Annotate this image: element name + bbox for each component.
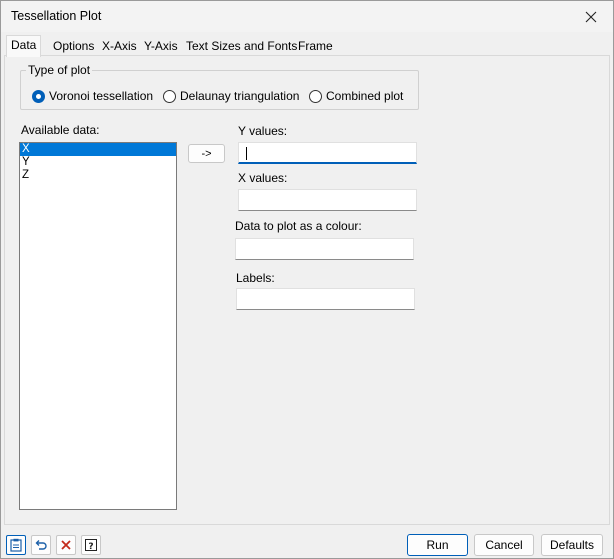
x-values-label: X values: [238, 171, 288, 185]
radio-unchecked-icon [309, 89, 322, 103]
clear-button[interactable] [56, 535, 76, 555]
svg-text:?: ? [88, 542, 93, 552]
transfer-button[interactable]: -> [188, 144, 225, 163]
labels-field[interactable] [236, 288, 415, 310]
radio-voronoi-tessellation[interactable]: Voronoi tessellation [32, 89, 153, 103]
type-of-plot-legend: Type of plot [26, 63, 93, 77]
close-button[interactable] [571, 2, 611, 31]
radio-combined-label: Combined plot [326, 89, 404, 103]
type-of-plot-group: Type of plot Voronoi tessellation Delaun… [20, 63, 419, 110]
tab-text-sizes-and-fonts[interactable]: Text Sizes and Fonts [182, 37, 301, 56]
list-item[interactable]: X [20, 143, 176, 156]
tab-x-axis[interactable]: X-Axis [98, 37, 141, 56]
x-values-field[interactable] [238, 189, 417, 211]
defaults-button[interactable]: Defaults [541, 534, 603, 556]
tab-frame[interactable]: Frame [294, 37, 337, 56]
tessellation-plot-dialog: Tessellation Plot Data Options X-Axis Y-… [0, 0, 614, 559]
colour-data-field[interactable] [235, 238, 414, 260]
radio-checked-icon [32, 89, 45, 103]
list-item[interactable]: Z [20, 169, 176, 182]
colour-data-label: Data to plot as a colour: [235, 219, 362, 233]
list-item[interactable]: Y [20, 156, 176, 169]
tab-y-axis[interactable]: Y-Axis [140, 37, 182, 56]
help-icon: ? [85, 539, 97, 552]
clipboard-icon [10, 538, 22, 552]
tab-strip: Data Options X-Axis Y-Axis Text Sizes an… [4, 35, 610, 57]
cancel-button[interactable]: Cancel [474, 534, 534, 556]
available-data-label: Available data: [21, 123, 100, 137]
radio-voronoi-label: Voronoi tessellation [49, 89, 154, 103]
text-caret [246, 147, 247, 160]
available-data-list[interactable]: X Y Z [19, 142, 177, 510]
clear-icon [61, 540, 71, 550]
close-icon [585, 11, 597, 22]
help-button[interactable]: ? [81, 535, 101, 555]
labels-label: Labels: [236, 271, 275, 285]
radio-delaunay-triangulation[interactable]: Delaunay triangulation [163, 89, 299, 103]
run-button[interactable]: Run [407, 534, 468, 556]
y-values-label: Y values: [238, 124, 288, 138]
window-title: Tessellation Plot [11, 9, 102, 23]
y-values-field[interactable] [238, 142, 417, 164]
tab-data[interactable]: Data [6, 35, 42, 57]
title-bar: Tessellation Plot [1, 1, 613, 32]
clipboard-button[interactable] [6, 535, 26, 555]
radio-combined-plot[interactable]: Combined plot [309, 89, 403, 103]
tab-options[interactable]: Options [49, 37, 98, 56]
undo-button[interactable] [31, 535, 51, 555]
radio-delaunay-label: Delaunay triangulation [180, 89, 300, 103]
radio-unchecked-icon [163, 89, 176, 103]
undo-icon [35, 540, 47, 550]
